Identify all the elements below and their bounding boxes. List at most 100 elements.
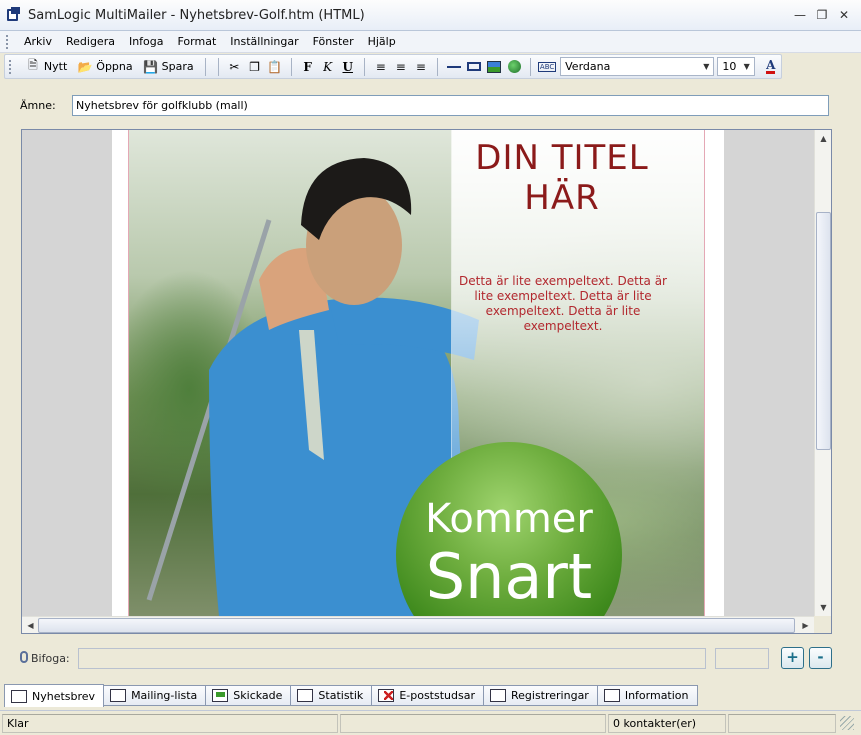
- status-pane-extra: [728, 713, 836, 733]
- italic-button[interactable]: K: [318, 57, 338, 77]
- save-label: Spara: [161, 60, 194, 73]
- scroll-right-arrow[interactable]: ▶: [797, 617, 814, 633]
- scroll-left-arrow[interactable]: ◀: [22, 617, 39, 633]
- toolbar-separator: [363, 57, 365, 76]
- menu-installningar[interactable]: Inställningar: [223, 35, 305, 48]
- tab-label: E-poststudsar: [399, 689, 475, 702]
- font-color-button[interactable]: A: [761, 57, 781, 77]
- horizontal-line-icon: [446, 65, 461, 68]
- new-label: Nytt: [43, 60, 68, 73]
- new-button[interactable]: 🗎 Nytt: [20, 57, 72, 77]
- html-editor[interactable]: DIN TITEL HÄR Detta är lite exempeltext.…: [21, 129, 832, 634]
- tab-label: Registreringar: [510, 689, 589, 702]
- newsletter-icon: [11, 689, 27, 703]
- newsletter-document[interactable]: DIN TITEL HÄR Detta är lite exempeltext.…: [112, 130, 724, 616]
- spellcheck-icon: ABC: [537, 61, 557, 72]
- menu-arkiv[interactable]: Arkiv: [17, 35, 59, 48]
- window-controls: — ❐ ✕: [793, 8, 851, 22]
- insert-link-button[interactable]: [504, 57, 524, 77]
- size-combo[interactable]: 10 ▼: [717, 57, 755, 76]
- menu-hjalp[interactable]: Hjälp: [361, 35, 403, 48]
- tab-registreringar[interactable]: Registreringar: [483, 685, 598, 706]
- menu-redigera[interactable]: Redigera: [59, 35, 122, 48]
- toolbar-separator: [530, 57, 532, 76]
- margin-guide-right: [704, 130, 705, 616]
- paste-button[interactable]: 📋: [265, 57, 285, 77]
- horizontal-scroll-thumb[interactable]: [38, 618, 795, 633]
- toolbar-grip[interactable]: [9, 59, 12, 74]
- resize-grip-icon[interactable]: [840, 716, 854, 730]
- bold-icon: F: [303, 59, 312, 74]
- newsletter-title[interactable]: DIN TITEL HÄR: [452, 138, 672, 218]
- vertical-scroll-thumb[interactable]: [816, 212, 831, 450]
- menu-fonster[interactable]: Fönster: [306, 35, 361, 48]
- spellcheck-button[interactable]: ABC: [537, 57, 557, 77]
- scroll-up-arrow[interactable]: ▲: [815, 130, 831, 147]
- toolbar-separator: [290, 57, 292, 76]
- tab-statistik[interactable]: Statistik: [291, 685, 373, 706]
- title-line-1: DIN TITEL: [475, 138, 649, 178]
- menu-infoga[interactable]: Infoga: [122, 35, 171, 48]
- insert-image-button[interactable]: [484, 57, 504, 77]
- scroll-down-arrow[interactable]: ▼: [815, 599, 831, 616]
- margin-guide-left: [128, 130, 129, 616]
- copy-icon: ❐: [249, 59, 260, 74]
- tab-label: Statistik: [318, 689, 364, 702]
- paperclip-icon: [20, 651, 28, 663]
- tab-e-poststudsar[interactable]: E-poststudsar: [372, 685, 484, 706]
- attachment-size-field: [715, 648, 769, 669]
- horizontal-scrollbar[interactable]: ◀ ▶: [22, 616, 814, 633]
- add-attachment-button[interactable]: +: [781, 647, 804, 669]
- attach-label: Bifoga:: [31, 652, 70, 665]
- tab-mailing-lista[interactable]: Mailing-lista: [104, 685, 207, 706]
- align-left-button[interactable]: ≡: [371, 57, 391, 77]
- paste-icon: 📋: [267, 59, 283, 74]
- insert-box-icon: [466, 62, 481, 71]
- remove-attachment-button[interactable]: -: [809, 647, 832, 669]
- font-combo[interactable]: Verdana ▼: [560, 57, 715, 76]
- subject-input[interactable]: [72, 95, 829, 116]
- horizontal-line-button[interactable]: [444, 57, 464, 77]
- cut-button[interactable]: ✂: [224, 57, 244, 77]
- chevron-down-icon: ▼: [743, 62, 750, 71]
- title-bar: SamLogic MultiMailer - Nyhetsbrev-Golf.h…: [0, 0, 861, 31]
- vertical-scrollbar[interactable]: ▲ ▼: [814, 130, 831, 616]
- tab-skickade[interactable]: Skickade: [206, 685, 292, 706]
- bounce-icon: [378, 689, 395, 702]
- insert-link-icon: [507, 60, 521, 73]
- menu-grip[interactable]: [6, 34, 9, 49]
- menu-bar: Arkiv Redigera Infoga Format Inställning…: [0, 31, 861, 53]
- scroll-corner: [814, 616, 831, 633]
- copy-button[interactable]: ❐: [244, 57, 264, 77]
- newsletter-body-text[interactable]: Detta är lite exempeltext. Detta är lite…: [452, 274, 674, 334]
- open-label: Öppna: [96, 60, 133, 73]
- tab-information[interactable]: Information: [597, 685, 698, 706]
- align-center-icon: ≡: [395, 59, 406, 74]
- registrations-icon: [489, 689, 506, 702]
- bottom-tabs: Nyhetsbrev Mailing-lista Skickade Statis…: [4, 684, 861, 707]
- underline-button[interactable]: U: [338, 57, 358, 77]
- cut-icon: ✂: [229, 59, 240, 74]
- status-pane-empty: [340, 713, 606, 733]
- tab-nyhetsbrev[interactable]: Nyhetsbrev: [4, 684, 105, 707]
- tab-label: Nyhetsbrev: [32, 689, 96, 703]
- align-right-icon: ≡: [415, 59, 426, 74]
- window-title: SamLogic MultiMailer - Nyhetsbrev-Golf.h…: [28, 7, 365, 23]
- insert-box-button[interactable]: [464, 57, 484, 77]
- toolbar-separator: [436, 57, 438, 76]
- open-button[interactable]: 📂 Öppna: [72, 57, 137, 77]
- restore-button[interactable]: ❐: [815, 8, 829, 22]
- align-right-button[interactable]: ≡: [411, 57, 431, 77]
- bold-button[interactable]: F: [298, 57, 318, 77]
- italic-icon: K: [323, 59, 333, 74]
- size-value: 10: [722, 60, 737, 73]
- underline-icon: U: [342, 59, 353, 74]
- save-disk-icon: 💾: [143, 59, 159, 74]
- attachment-list[interactable]: [78, 648, 706, 669]
- menu-format[interactable]: Format: [171, 35, 224, 48]
- align-center-button[interactable]: ≡: [391, 57, 411, 77]
- close-button[interactable]: ✕: [837, 8, 851, 22]
- badge-text-top: Kommer: [425, 496, 593, 542]
- save-button[interactable]: 💾 Spara: [138, 57, 199, 77]
- minimize-button[interactable]: —: [793, 8, 807, 22]
